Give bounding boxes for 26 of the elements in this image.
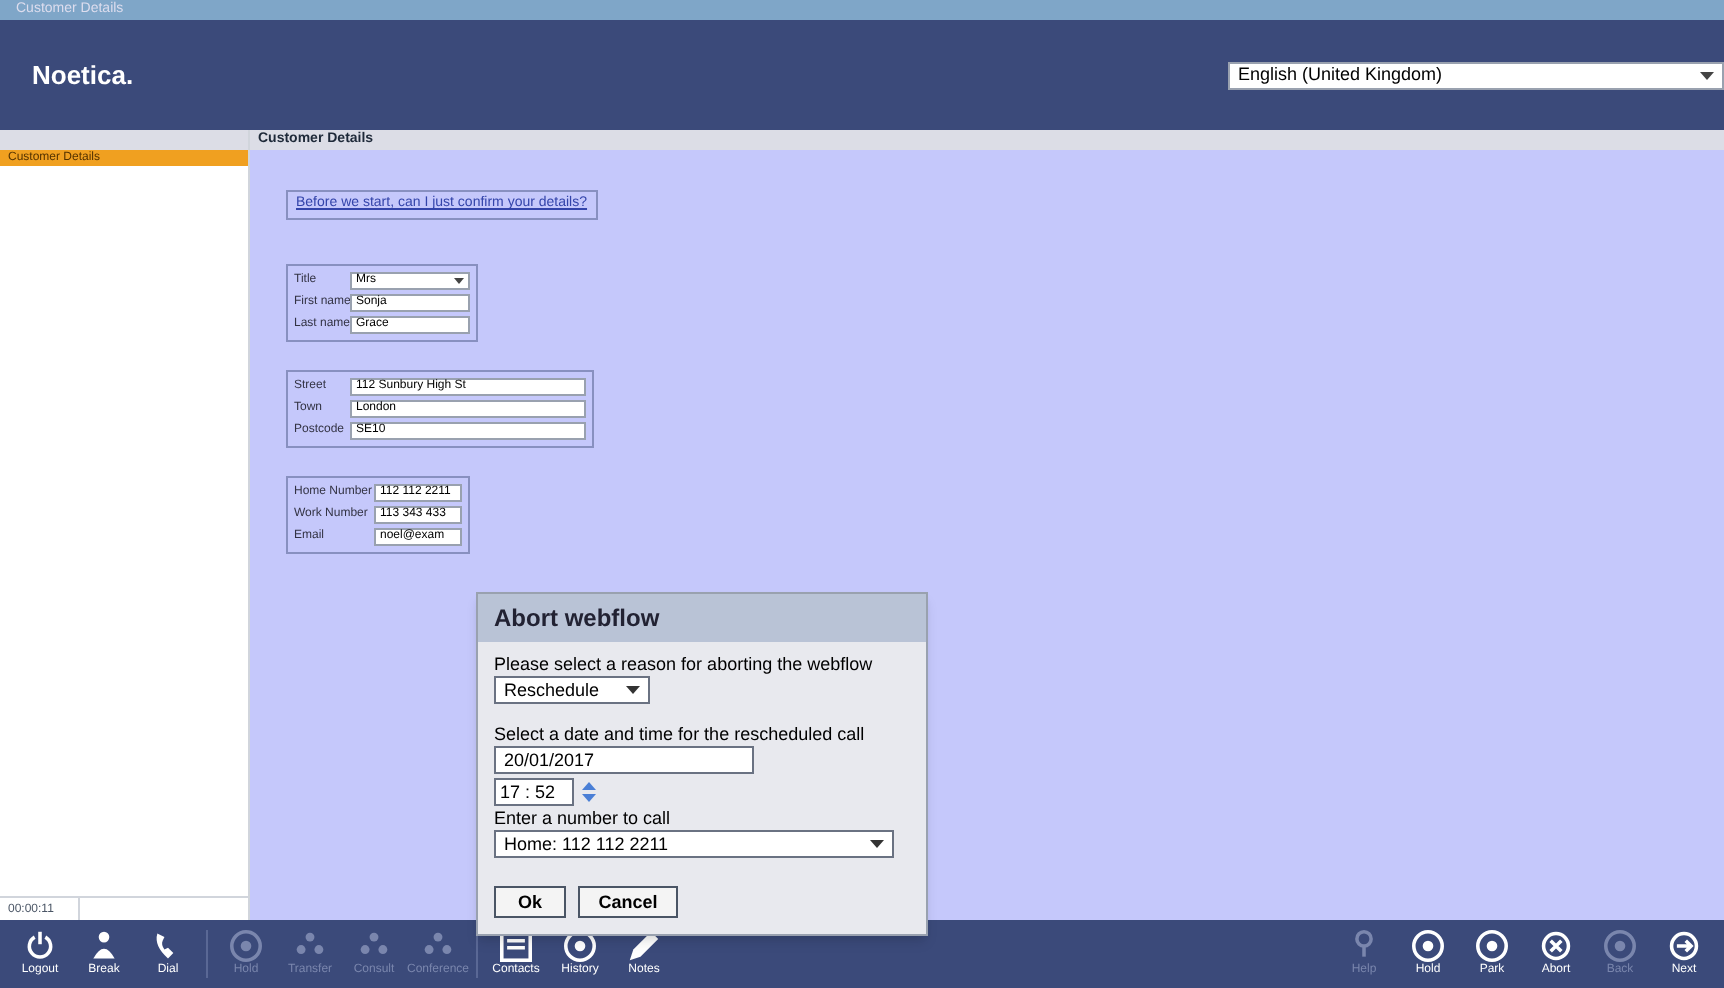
power-icon [24,930,56,962]
caret-icon [870,840,884,848]
caret-icon [1700,71,1714,79]
reason-label: Please select a reason for aborting the webflow [494,652,873,676]
date-field[interactable]: 20/01/2017 [494,746,754,774]
number-label: Enter a number to call [494,806,671,830]
language-select[interactable]: English (United Kingdom) [1228,61,1724,89]
reason-select[interactable]: Reschedule [494,676,650,704]
circle-icon [1604,930,1636,962]
time-field[interactable]: 17 : 52 [494,778,574,806]
cancel-button[interactable]: Cancel [578,886,678,918]
person-icon [88,930,120,962]
dialog-header: Abort webflow [478,594,926,642]
number-select[interactable]: Home: 112 112 2211 [494,830,894,858]
pencil-icon [628,930,660,962]
ok-button[interactable]: Ok [494,886,566,918]
date-label: Select a date and time for the rescheduled call [494,722,865,746]
circle-icon [1476,930,1508,962]
circle-icon [1412,930,1444,962]
circle-icon [230,930,262,962]
logo: Noetica. [32,57,134,94]
circle-icon [564,930,596,962]
spinner-icon[interactable] [582,780,596,804]
caret-icon [626,686,640,694]
caret-icon [454,277,464,283]
cross-icon [1540,930,1572,962]
